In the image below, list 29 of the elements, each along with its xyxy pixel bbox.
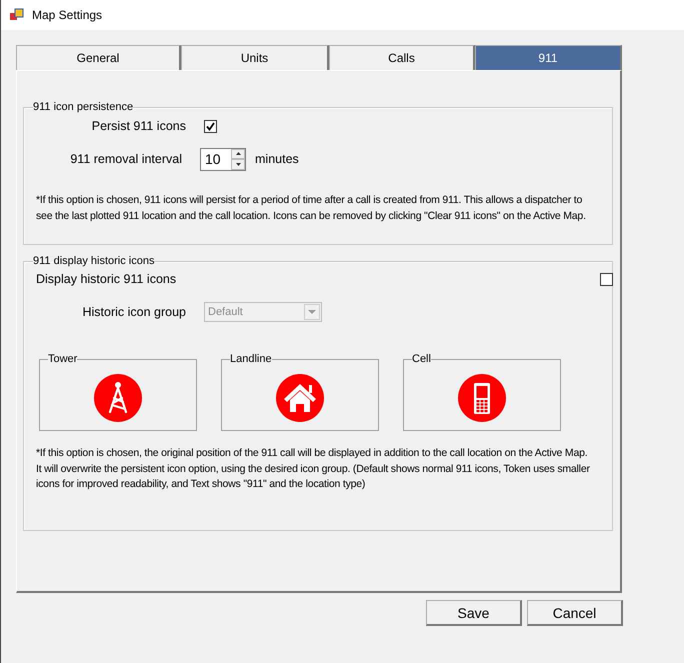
note-text: *If this option is chosen, 911 icons will persist for a period of time after a call is created from 911. This allows a dispatcher to see the last plotted 911 location and the call location. Icons can be removed by clicking "Clear 911 icons" on the Active Map. [36,193,587,224]
group-title: 911 display historic icons [33,255,154,267]
tab[interactable]: 911 [475,45,622,70]
phone-icon [458,374,506,422]
tab[interactable]: Calls [329,45,475,70]
checkbox-label: Persist 911 icons [90,119,186,133]
down-arrow-icon[interactable] [236,162,240,166]
preview-title: Landline [230,353,272,365]
window-title: Map Settings [32,8,102,22]
unit-label: minutes [255,152,300,166]
note-text: *If this option is chosen, the original position of the 911 call will be displayed in addition to the call location on the Active Map. It will overwrite the persistent icon option, using the desired icon group. (Default shows normal 911 icons, Token uses smaller icons for improved readability, and Text shows "911" and the location type) [36,446,591,492]
number-spinner[interactable]: 10 [200,148,246,170]
tower-icon [94,374,142,422]
tab[interactable]: Units [181,45,329,70]
house-icon [276,374,324,422]
checkbox[interactable] [204,120,217,132]
checkbox-label: Display historic 911 icons [36,272,178,286]
caret-icon [308,310,316,314]
up-arrow-icon[interactable] [236,152,240,156]
preview-title: Tower [48,353,78,365]
checkbox[interactable] [600,272,613,286]
tab[interactable]: General [16,45,181,70]
field-label: 911 removal interval [69,152,182,166]
group-title: 911 icon persistence [33,101,134,113]
app-icon [10,8,24,22]
field-label: Historic icon group [81,305,186,319]
dialog-button[interactable]: Cancel [527,600,623,626]
dialog-button[interactable]: Save [426,600,522,626]
preview-title: Cell [412,353,431,365]
